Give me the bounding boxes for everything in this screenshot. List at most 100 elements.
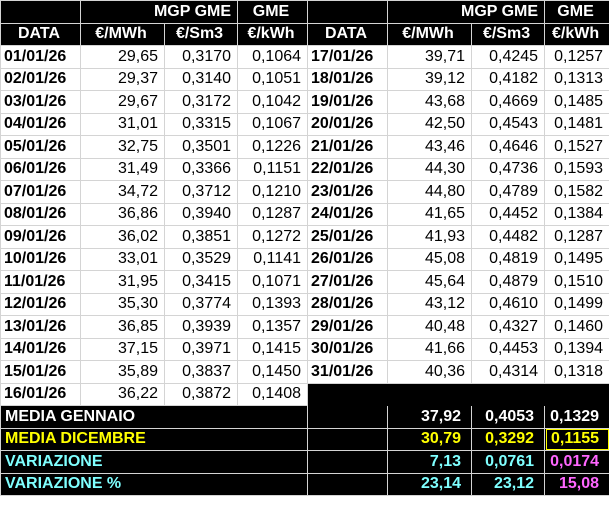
sm3-cell-right[interactable]: 0,4245 — [471, 45, 546, 69]
date-cell-right[interactable]: 23/01/26 — [307, 180, 389, 204]
sm3-cell-left[interactable]: 0,3939 — [163, 315, 239, 339]
sm3-cell-right[interactable]: 0,4453 — [471, 337, 546, 361]
date-cell-left[interactable]: 01/01/26 — [0, 45, 81, 69]
kwh-cell-right[interactable]: 0,1460 — [544, 315, 609, 339]
kwh-cell-right[interactable]: 0,1527 — [544, 135, 609, 159]
mwh-cell-left[interactable]: 32,75 — [80, 135, 165, 159]
sm3-cell-right[interactable]: 0,4314 — [471, 360, 546, 384]
summary-sm3[interactable]: 0,0761 — [471, 450, 546, 474]
summary-kwh[interactable]: 0,1329 — [544, 405, 609, 429]
sm3-cell-left[interactable]: 0,3415 — [163, 270, 239, 294]
sm3-cell-left[interactable]: 0,3872 — [163, 382, 239, 406]
mwh-cell-right[interactable]: 43,12 — [387, 292, 473, 316]
summary-sm3[interactable]: 23,12 — [471, 472, 546, 496]
date-cell-right[interactable]: 17/01/26 — [307, 45, 389, 69]
date-cell-left[interactable]: 09/01/26 — [0, 225, 81, 249]
sm3-cell-right[interactable]: 0,4543 — [471, 112, 546, 136]
kwh-cell-right[interactable]: 0,1499 — [544, 292, 609, 316]
mwh-cell-left[interactable]: 35,30 — [80, 292, 165, 316]
sm3-cell-left[interactable]: 0,3172 — [163, 90, 239, 114]
kwh-cell-left[interactable]: 0,1064 — [237, 45, 309, 69]
kwh-cell-left[interactable]: 0,1071 — [237, 270, 309, 294]
date-cell-left[interactable]: 02/01/26 — [0, 67, 81, 91]
date-cell-left[interactable]: 16/01/26 — [0, 382, 81, 406]
mwh-cell-left[interactable]: 29,37 — [80, 67, 165, 91]
mwh-cell-right[interactable]: 44,80 — [387, 180, 473, 204]
sm3-cell-left[interactable]: 0,3170 — [163, 45, 239, 69]
mwh-cell-left[interactable]: 36,02 — [80, 225, 165, 249]
date-cell-left[interactable]: 03/01/26 — [0, 90, 81, 114]
sm3-cell-right[interactable]: 0,4610 — [471, 292, 546, 316]
kwh-cell-right[interactable]: 0,1257 — [544, 45, 609, 69]
kwh-cell-left[interactable]: 0,1210 — [237, 180, 309, 204]
date-cell-right[interactable]: 21/01/26 — [307, 135, 389, 159]
kwh-cell-left[interactable]: 0,1393 — [237, 292, 309, 316]
sm3-cell-left[interactable]: 0,3501 — [163, 135, 239, 159]
kwh-cell-right[interactable]: 0,1485 — [544, 90, 609, 114]
summary-mwh[interactable]: 7,13 — [387, 450, 473, 474]
date-cell-right[interactable]: 20/01/26 — [307, 112, 389, 136]
date-cell-left[interactable]: 08/01/26 — [0, 202, 81, 226]
kwh-cell-right[interactable]: 0,1582 — [544, 180, 609, 204]
date-cell-left[interactable]: 11/01/26 — [0, 270, 81, 294]
mwh-cell-right[interactable]: 41,66 — [387, 337, 473, 361]
date-cell-left[interactable]: 14/01/26 — [0, 337, 81, 361]
kwh-cell-left[interactable]: 0,1151 — [237, 157, 309, 181]
mwh-cell-right[interactable]: 42,50 — [387, 112, 473, 136]
summary-mwh[interactable]: 37,92 — [387, 405, 473, 429]
date-cell-right[interactable]: 29/01/26 — [307, 315, 389, 339]
mwh-cell-right[interactable]: 45,08 — [387, 247, 473, 271]
mwh-cell-right[interactable]: 41,65 — [387, 202, 473, 226]
sm3-cell-right[interactable]: 0,4879 — [471, 270, 546, 294]
kwh-cell-right[interactable]: 0,1287 — [544, 225, 609, 249]
kwh-cell-left[interactable]: 0,1051 — [237, 67, 309, 91]
date-cell-right[interactable]: 22/01/26 — [307, 157, 389, 181]
sm3-cell-right[interactable]: 0,4327 — [471, 315, 546, 339]
sm3-cell-right[interactable]: 0,4736 — [471, 157, 546, 181]
sm3-cell-right[interactable]: 0,4646 — [471, 135, 546, 159]
date-cell-left[interactable]: 06/01/26 — [0, 157, 81, 181]
kwh-cell-left[interactable]: 0,1415 — [237, 337, 309, 361]
date-cell-right[interactable]: 30/01/26 — [307, 337, 389, 361]
date-cell-right[interactable]: 25/01/26 — [307, 225, 389, 249]
mwh-cell-left[interactable]: 31,01 — [80, 112, 165, 136]
date-cell-right[interactable]: 24/01/26 — [307, 202, 389, 226]
sm3-cell-left[interactable]: 0,3529 — [163, 247, 239, 271]
kwh-cell-right[interactable]: 0,1593 — [544, 157, 609, 181]
kwh-cell-left[interactable]: 0,1357 — [237, 315, 309, 339]
date-cell-right[interactable]: 19/01/26 — [307, 90, 389, 114]
date-cell-right[interactable]: 31/01/26 — [307, 360, 389, 384]
summary-kwh[interactable]: 0,1155 — [544, 427, 609, 451]
kwh-cell-left[interactable]: 0,1287 — [237, 202, 309, 226]
sm3-cell-right[interactable]: 0,4819 — [471, 247, 546, 271]
mwh-cell-right[interactable]: 40,48 — [387, 315, 473, 339]
date-cell-left[interactable]: 07/01/26 — [0, 180, 81, 204]
sm3-cell-right[interactable]: 0,4482 — [471, 225, 546, 249]
mwh-cell-left[interactable]: 33,01 — [80, 247, 165, 271]
mwh-cell-left[interactable]: 36,22 — [80, 382, 165, 406]
mwh-cell-left[interactable]: 35,89 — [80, 360, 165, 384]
summary-mwh[interactable]: 30,79 — [387, 427, 473, 451]
mwh-cell-right[interactable]: 41,93 — [387, 225, 473, 249]
mwh-cell-right[interactable]: 39,12 — [387, 67, 473, 91]
kwh-cell-left[interactable]: 0,1272 — [237, 225, 309, 249]
mwh-cell-right[interactable]: 40,36 — [387, 360, 473, 384]
kwh-cell-right[interactable]: 0,1510 — [544, 270, 609, 294]
date-cell-left[interactable]: 04/01/26 — [0, 112, 81, 136]
summary-sm3[interactable]: 0,4053 — [471, 405, 546, 429]
mwh-cell-left[interactable]: 31,49 — [80, 157, 165, 181]
date-cell-left[interactable]: 10/01/26 — [0, 247, 81, 271]
sm3-cell-left[interactable]: 0,3315 — [163, 112, 239, 136]
date-cell-left[interactable]: 15/01/26 — [0, 360, 81, 384]
mwh-cell-right[interactable]: 43,68 — [387, 90, 473, 114]
kwh-cell-left[interactable]: 0,1067 — [237, 112, 309, 136]
summary-kwh[interactable]: 0,0174 — [544, 450, 609, 474]
date-cell-left[interactable]: 13/01/26 — [0, 315, 81, 339]
kwh-cell-right[interactable]: 0,1495 — [544, 247, 609, 271]
sm3-cell-left[interactable]: 0,3366 — [163, 157, 239, 181]
sm3-cell-right[interactable]: 0,4182 — [471, 67, 546, 91]
date-cell-right[interactable]: 18/01/26 — [307, 67, 389, 91]
mwh-cell-left[interactable]: 29,65 — [80, 45, 165, 69]
date-cell-right[interactable]: 28/01/26 — [307, 292, 389, 316]
date-cell-right[interactable]: 26/01/26 — [307, 247, 389, 271]
